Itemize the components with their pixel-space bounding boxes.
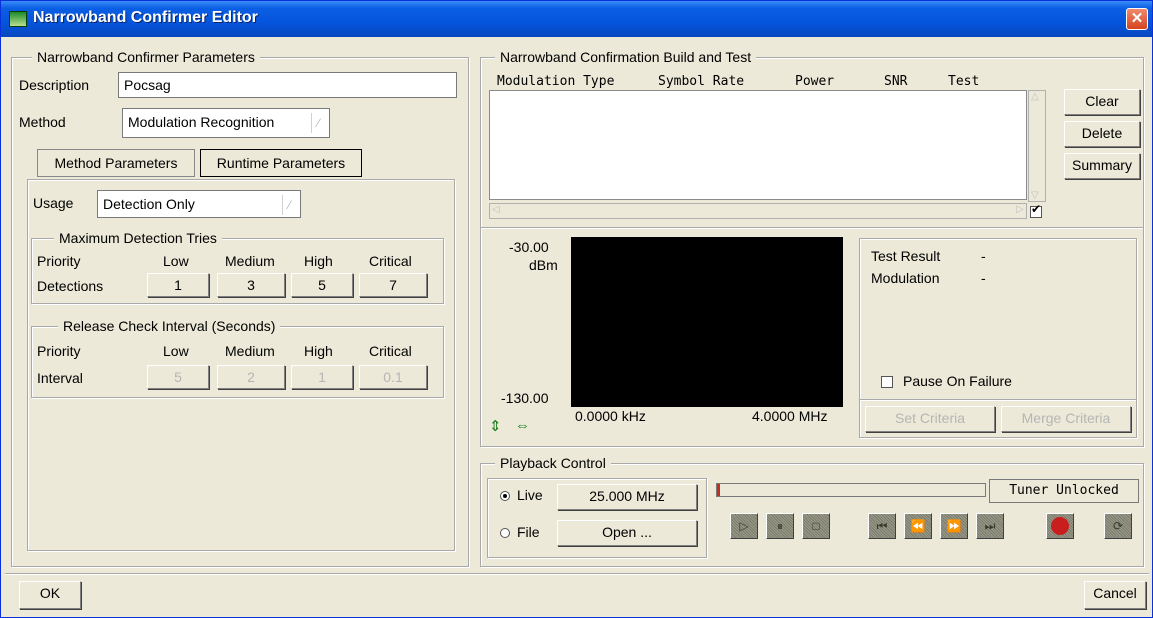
detections-low-button[interactable]: 1 <box>147 273 209 297</box>
detections-high-button[interactable]: 5 <box>291 273 353 297</box>
live-frequency-button[interactable]: 25.000 MHz <box>557 484 697 510</box>
tab-runtime-parameters[interactable]: Runtime Parameters <box>200 149 362 177</box>
usage-label: Usage <box>33 195 74 211</box>
column-high: High <box>304 343 333 359</box>
modulation-label: Modulation <box>871 270 940 286</box>
live-radio[interactable] <box>500 491 510 501</box>
usage-select-value: Detection Only <box>103 196 195 212</box>
ok-button[interactable]: OK <box>19 581 81 609</box>
usage-select[interactable]: Detection Only ⁄ <box>97 190 301 218</box>
loop-icon[interactable]: ⟳ <box>1104 513 1132 539</box>
playback-control-legend: Playback Control <box>495 455 611 471</box>
delete-button[interactable]: Delete <box>1064 121 1140 147</box>
skip-forward-icon[interactable]: ⏭ <box>976 513 1004 539</box>
summary-button[interactable]: Summary <box>1064 153 1140 179</box>
cancel-button[interactable]: Cancel <box>1084 581 1146 609</box>
clear-button[interactable]: Clear <box>1064 89 1140 115</box>
plot-y-min-label: -130.00 <box>501 390 549 406</box>
test-results-list[interactable] <box>489 90 1027 200</box>
test-result-label: Test Result <box>871 248 941 264</box>
scroll-up-icon[interactable]: △ <box>1031 91 1039 102</box>
column-medium: Medium <box>225 343 275 359</box>
live-label: Live <box>517 487 543 503</box>
column-high: High <box>304 253 333 269</box>
method-select-value: Modulation Recognition <box>128 114 275 130</box>
window-title: Narrowband Confirmer Editor <box>33 9 258 26</box>
open-file-button[interactable]: Open ... <box>557 520 697 546</box>
skip-back-icon[interactable]: ⏮ <box>868 513 896 539</box>
max-detection-legend: Maximum Detection Tries <box>54 230 222 246</box>
column-power: Power <box>795 74 835 89</box>
file-radio[interactable] <box>500 528 510 538</box>
column-critical: Critical <box>369 343 412 359</box>
title-bar[interactable]: Narrowband Confirmer Editor ✕ <box>1 1 1152 37</box>
scroll-right-icon[interactable]: ▷ <box>1016 204 1024 215</box>
divider <box>860 399 1136 400</box>
plot-x-max-label: 4.0000 MHz <box>752 408 828 424</box>
detections-medium-button[interactable]: 3 <box>217 273 285 297</box>
scroll-down-icon[interactable]: ▽ <box>1031 190 1039 201</box>
interval-high-button[interactable]: 1 <box>291 365 353 389</box>
set-criteria-button[interactable]: Set Criteria <box>865 406 995 432</box>
column-snr: SNR <box>884 74 908 89</box>
dialog-window: Narrowband Confirmer Editor ✕ Narrowband… <box>0 0 1153 618</box>
step-forward-icon[interactable]: ⏩ <box>940 513 968 539</box>
test-result-value: - <box>981 248 986 264</box>
horizontal-zoom-icon[interactable]: ⇔ <box>515 417 530 434</box>
pause-icon[interactable]: ⏸ <box>766 513 794 539</box>
plot-x-min-label: 0.0000 kHz <box>575 408 646 424</box>
stop-icon[interactable]: □ <box>802 513 830 539</box>
column-low: Low <box>163 343 189 359</box>
release-check-legend: Release Check Interval (Seconds) <box>58 318 281 334</box>
modulation-value: - <box>981 270 986 286</box>
spectrum-plot[interactable] <box>571 237 843 407</box>
step-back-icon[interactable]: ⏪ <box>904 513 932 539</box>
merge-criteria-button[interactable]: Merge Criteria <box>1001 406 1131 432</box>
record-icon[interactable] <box>1046 513 1074 539</box>
priority-label: Priority <box>37 253 81 269</box>
list-checkbox[interactable]: ✔ <box>1030 202 1042 218</box>
tab-method-parameters[interactable]: Method Parameters <box>37 149 195 177</box>
interval-label: Interval <box>37 370 83 386</box>
pause-on-failure-checkbox[interactable] <box>881 376 893 388</box>
interval-critical-button[interactable]: 0.1 <box>359 365 427 389</box>
column-critical: Critical <box>369 253 412 269</box>
tuner-status: Tuner Unlocked <box>989 479 1139 503</box>
scroll-left-icon[interactable]: ◁ <box>492 204 500 215</box>
column-test: Test <box>948 74 980 89</box>
close-button[interactable]: ✕ <box>1126 8 1148 30</box>
method-select[interactable]: Modulation Recognition ⁄ <box>122 108 330 138</box>
method-label: Method <box>19 114 66 130</box>
interval-low-button[interactable]: 5 <box>147 365 209 389</box>
vertical-zoom-icon[interactable]: ⇕ <box>489 417 502 435</box>
playback-progress-fill <box>717 484 720 496</box>
divider <box>481 227 1143 228</box>
app-icon <box>9 11 27 27</box>
plot-y-unit-label: dBm <box>529 257 558 273</box>
checkmark-icon: ✔ <box>1031 202 1042 216</box>
confirmer-parameters-legend: Narrowband Confirmer Parameters <box>32 49 260 65</box>
footer-divider <box>5 573 1149 574</box>
column-medium: Medium <box>225 253 275 269</box>
detections-label: Detections <box>37 278 104 294</box>
column-modulation-type: Modulation Type <box>497 74 615 89</box>
description-field[interactable]: Pocsag <box>118 72 457 98</box>
playback-progress-bar[interactable] <box>716 483 986 497</box>
chevron-down-icon[interactable]: ⁄ <box>282 195 296 215</box>
chevron-down-icon[interactable]: ⁄ <box>311 113 325 133</box>
interval-medium-button[interactable]: 2 <box>217 365 285 389</box>
build-test-legend: Narrowband Confirmation Build and Test <box>495 49 757 65</box>
list-vertical-scrollbar[interactable]: △ ▽ <box>1028 90 1046 202</box>
column-symbol-rate: Symbol Rate <box>658 74 745 89</box>
plot-y-max-label: -30.00 <box>509 239 549 255</box>
file-label: File <box>517 524 540 540</box>
record-dot <box>1051 517 1069 535</box>
play-icon[interactable]: ▷ <box>730 513 758 539</box>
detections-critical-button[interactable]: 7 <box>359 273 427 297</box>
description-label: Description <box>19 77 90 93</box>
priority-label: Priority <box>37 343 81 359</box>
pause-on-failure-label: Pause On Failure <box>903 373 1012 389</box>
column-low: Low <box>163 253 189 269</box>
list-horizontal-scrollbar[interactable]: ◁ ▷ <box>489 203 1027 219</box>
